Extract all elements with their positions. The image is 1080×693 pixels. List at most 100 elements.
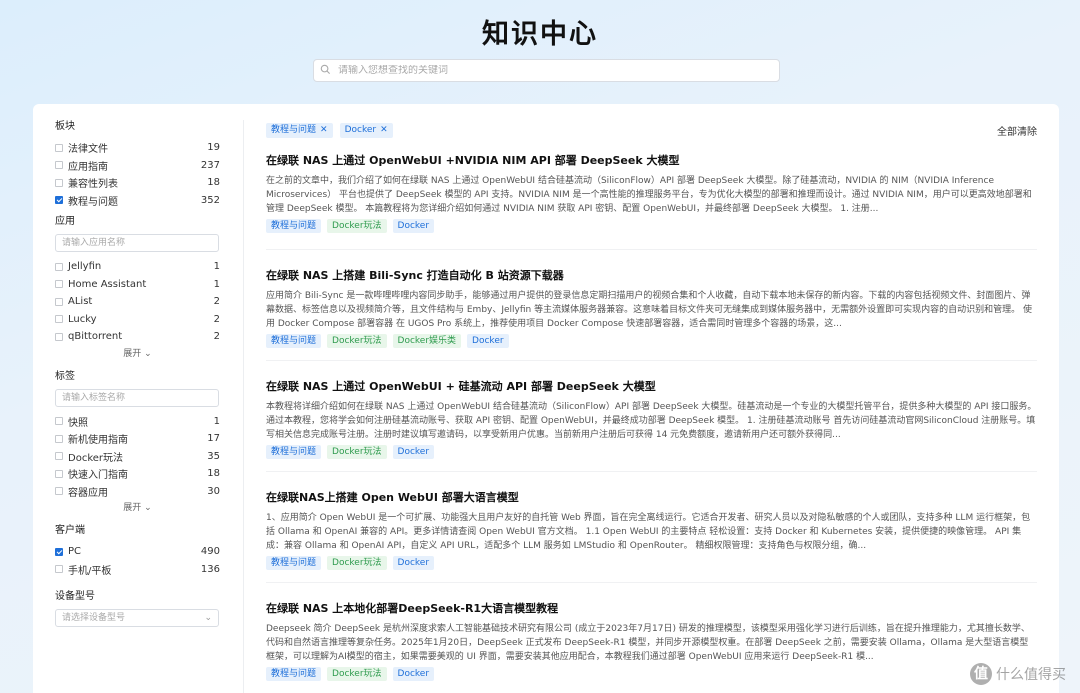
- checkbox[interactable]: [55, 297, 63, 306]
- article-excerpt: 1、应用简介 Open WebUI 是一个可扩展、功能强大且用户友好的自托管 W…: [266, 513, 1031, 551]
- clear-all-button[interactable]: 全部清除: [997, 123, 1037, 138]
- checkbox[interactable]: [55, 143, 63, 152]
- filter-option[interactable]: Lucky 2: [55, 311, 220, 329]
- checkbox[interactable]: [55, 469, 63, 478]
- filter-option-count: 136: [200, 563, 220, 575]
- article-tag[interactable]: 教程与问题: [266, 556, 322, 570]
- group-title: 应用: [55, 216, 75, 227]
- article-list: 教程与问题 ✕ Docker ✕ 全部清除 在绿联 NAS 上通过 OpenWebUI…: [266, 122, 1037, 693]
- tag-search-input[interactable]: 请输入标签名称: [55, 388, 219, 407]
- article-title[interactable]: 在绿联 NAS 上搭建 Bili-Sync 打造自动化 B 站资源下载器: [266, 268, 1037, 283]
- filter-option[interactable]: 容器应用 30: [55, 483, 220, 501]
- filter-option-count: 18: [207, 468, 220, 480]
- checkbox[interactable]: [55, 434, 63, 443]
- article-tag[interactable]: Docker: [392, 667, 435, 681]
- article-excerpt: Deepseek 简介 DeepSeek 是杭州深度求索人工智能基础技术研究有限…: [266, 624, 1030, 662]
- article-item[interactable]: 在绿联 NAS 上通过 OpenWebUI + 硅基流动 API 部署 Deep…: [266, 361, 1037, 472]
- filter-option-label: AList: [68, 296, 93, 308]
- filter-option[interactable]: qBittorrent 2: [55, 328, 220, 346]
- filter-option[interactable]: 手机/平板 136: [55, 561, 220, 579]
- article-tag[interactable]: Docker娱乐类: [392, 334, 462, 348]
- group-title: 标签: [55, 370, 75, 382]
- article-item[interactable]: 在绿联 NAS 上搭建 Bili-Sync 打造自动化 B 站资源下载器应用简介…: [266, 250, 1037, 361]
- filter-option[interactable]: Docker玩法 35: [55, 448, 220, 466]
- article-title[interactable]: 在绿联NAS上搭建 Open WebUI 部署大语言模型: [266, 490, 1037, 505]
- article-tag[interactable]: Docker: [392, 219, 435, 233]
- search-input[interactable]: [338, 65, 779, 76]
- filter-option[interactable]: Jellyfin 1: [55, 258, 220, 276]
- checkbox[interactable]: [55, 547, 63, 556]
- filter-option[interactable]: 法律文件 19: [55, 139, 220, 157]
- checkbox[interactable]: [55, 452, 63, 461]
- article-tag[interactable]: Docker玩法: [327, 445, 387, 459]
- filter-option[interactable]: 兼容性列表 18: [55, 174, 220, 192]
- search-box[interactable]: [313, 59, 780, 82]
- checkbox[interactable]: [55, 565, 63, 574]
- app-search-input[interactable]: 请输入应用名称: [55, 234, 219, 252]
- article-excerpt: 应用简介 Bili-Sync 是一款哔哩哔哩内容同步助手，能够通过用户提供的登录…: [266, 291, 1032, 329]
- article-tags: 教程与问题 Docker玩法 Docker娱乐类 Docker: [266, 334, 1037, 348]
- filter-option[interactable]: PC 490: [55, 543, 220, 561]
- checkbox[interactable]: [55, 161, 63, 170]
- filter-option-label: 手机/平板: [68, 565, 112, 577]
- article-title[interactable]: 在绿联 NAS 上本地化部署DeepSeek-R1大语言模型教程: [266, 601, 1037, 616]
- group-title: 设备型号: [55, 591, 95, 602]
- article-tag[interactable]: Docker玩法: [327, 219, 387, 233]
- checkbox[interactable]: [55, 178, 63, 187]
- expand-apps-button[interactable]: 展开 ⌄: [55, 346, 220, 362]
- active-filter-tag[interactable]: 教程与问题 ✕: [266, 123, 333, 138]
- search-icon: [320, 64, 334, 78]
- article-tag[interactable]: 教程与问题: [266, 445, 322, 459]
- article-tags: 教程与问题 Docker玩法 Docker: [266, 445, 1037, 459]
- content-card: 板块 法律文件 19 应用指南 237 兼容性列表 18 教程与问题 352 应用 请输入应用…: [33, 104, 1059, 693]
- expand-tags-button[interactable]: 展开 ⌄: [55, 500, 220, 516]
- article-excerpt: 在之前的文章中，我们介绍了如何在绿联 NAS 上通过 OpenWebUI 结合硅…: [266, 176, 1032, 214]
- filter-option-label: 兼容性列表: [68, 179, 118, 191]
- article-tag[interactable]: Docker玩法: [327, 334, 387, 348]
- checkbox[interactable]: [55, 315, 63, 324]
- checkbox[interactable]: [55, 280, 63, 289]
- filter-option[interactable]: AList 2: [55, 293, 220, 311]
- article-item[interactable]: 在绿联 NAS 上通过 OpenWebUI +NVIDIA NIM API 部署…: [266, 139, 1037, 250]
- close-icon[interactable]: ✕: [320, 123, 328, 138]
- filter-option[interactable]: 新机使用指南 17: [55, 430, 220, 448]
- active-filter-label: 教程与问题: [271, 125, 317, 135]
- article-tag[interactable]: 教程与问题: [266, 667, 322, 681]
- article-item[interactable]: 在绿联 NAS 上本地化部署DeepSeek-R1大语言模型教程 Deepseek…: [266, 583, 1037, 693]
- checkbox[interactable]: [55, 487, 63, 496]
- filter-option-label: 应用指南: [68, 161, 108, 173]
- article-item[interactable]: 在绿联NAS上搭建 Open WebUI 部署大语言模型 1、应用简介 Open …: [266, 472, 1037, 583]
- close-icon[interactable]: ✕: [380, 123, 388, 138]
- filter-option-label: 快照: [68, 417, 88, 429]
- filter-option-count: 2: [213, 313, 220, 325]
- article-tags: 教程与问题 Docker玩法 Docker: [266, 219, 1037, 233]
- checkbox[interactable]: [55, 262, 63, 271]
- article-tag[interactable]: 教程与问题: [266, 219, 322, 233]
- article-tag[interactable]: Docker: [392, 556, 435, 570]
- filter-group-tags: 标签 请输入标签名称 快照 1 新机使用指南 17 Docker玩法 35 快速入门指南 18…: [55, 370, 220, 517]
- article-title[interactable]: 在绿联 NAS 上通过 OpenWebUI + 硅基流动 API 部署 Deep…: [266, 379, 1037, 394]
- filter-group-category: 板块 法律文件 19 应用指南 237 兼容性列表 18 教程与问题 352: [55, 120, 220, 209]
- filter-option[interactable]: 应用指南 237: [55, 157, 220, 175]
- filter-option-count: 1: [213, 261, 220, 273]
- article-title[interactable]: 在绿联 NAS 上通过 OpenWebUI +NVIDIA NIM API 部署…: [266, 153, 1037, 168]
- filter-option-label: 快速入门指南: [68, 470, 128, 482]
- article-tag[interactable]: Docker玩法: [327, 667, 387, 681]
- chevron-down-icon: ⌄: [144, 348, 152, 359]
- article-tag[interactable]: Docker: [467, 334, 509, 348]
- checkbox[interactable]: [55, 417, 63, 426]
- filter-option-label: Lucky: [68, 313, 97, 325]
- article-tag[interactable]: Docker: [392, 445, 435, 459]
- filter-option-label: 新机使用指南: [68, 435, 128, 447]
- checkbox[interactable]: [55, 196, 63, 205]
- device-select[interactable]: 请选择设备型号 ⌄: [55, 609, 219, 627]
- chevron-down-icon: ⌄: [144, 503, 152, 513]
- checkbox[interactable]: [55, 332, 63, 341]
- filter-option[interactable]: 快速入门指南 18: [55, 465, 220, 483]
- filter-option[interactable]: 快照 1: [55, 413, 220, 431]
- filter-option[interactable]: Home Assistant 1: [55, 276, 220, 294]
- article-tag[interactable]: Docker玩法: [327, 556, 387, 570]
- filter-option[interactable]: 教程与问题 352: [55, 192, 220, 210]
- active-filter-tag[interactable]: Docker ✕: [339, 123, 393, 138]
- article-tag[interactable]: 教程与问题: [266, 334, 322, 348]
